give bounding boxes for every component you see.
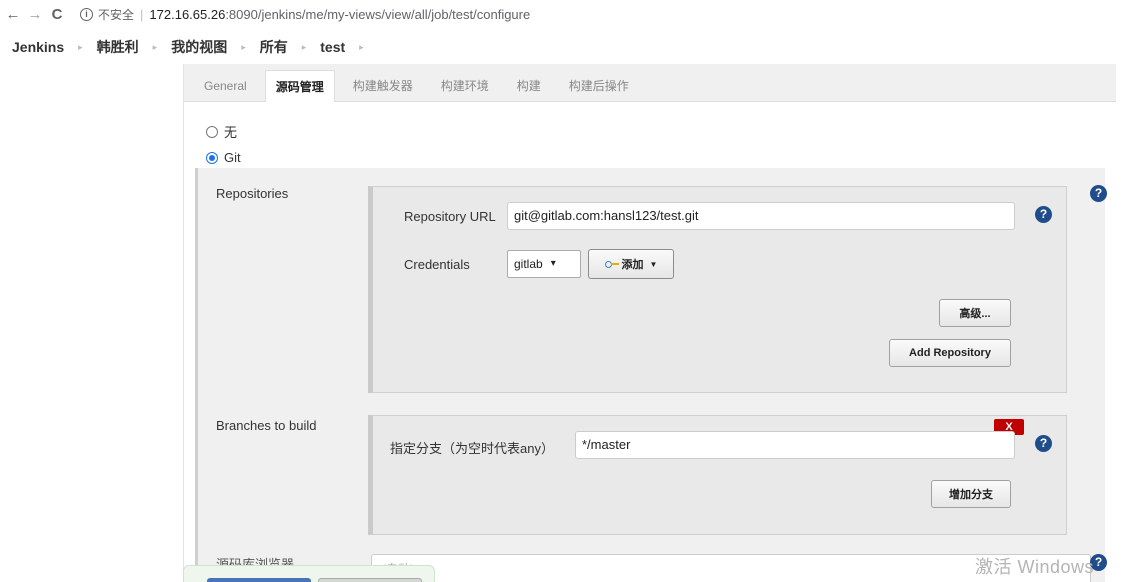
breadcrumb-jenkins[interactable]: Jenkins (12, 39, 64, 55)
tab-build-env[interactable]: 构建环境 (431, 71, 499, 101)
url-field[interactable]: i 不安全 | 172.16.65.26:8090/jenkins/me/my-… (80, 6, 530, 23)
chevron-right-icon[interactable]: ▸ (241, 42, 246, 53)
breadcrumb-user[interactable]: 韩胜利 (97, 37, 139, 57)
breadcrumb-my-views[interactable]: 我的视图 (171, 37, 227, 57)
info-icon[interactable]: i (80, 7, 93, 21)
tab-scm[interactable]: 源码管理 (264, 70, 335, 102)
branches-label: Branches to build (216, 418, 317, 433)
scm-option-none[interactable]: 无 (206, 122, 237, 141)
add-branch-button[interactable]: 增加分支 (931, 480, 1011, 508)
scm-option-none-label: 无 (224, 125, 238, 140)
breadcrumb-job[interactable]: test (320, 39, 345, 55)
address-bar: ← → C i 不安全 | 172.16.65.26:8090/jenkins/… (0, 0, 1141, 28)
back-arrow-icon[interactable]: ← (2, 3, 24, 25)
advanced-button[interactable]: 高级... (939, 299, 1011, 327)
repositories-label: Repositories (216, 186, 289, 201)
tab-triggers[interactable]: 构建触发器 (343, 71, 423, 101)
repository-url-label: Repository URL (404, 209, 496, 224)
breadcrumb-all[interactable]: 所有 (260, 37, 288, 57)
repository-url-input[interactable]: git@gitlab.com:hansl123/test.git (507, 202, 1015, 230)
add-repository-button[interactable]: Add Repository (889, 339, 1011, 367)
reload-icon[interactable]: C (46, 3, 68, 25)
chevron-down-icon: ▾ (550, 258, 556, 269)
help-icon[interactable]: ? (1090, 185, 1107, 202)
credentials-value: gitlab (514, 257, 543, 271)
branch-spec-label: 指定分支（为空时代表any） (390, 441, 554, 456)
branch-spec-input[interactable]: */master (575, 431, 1015, 459)
scm-option-git-label: Git (224, 150, 241, 165)
radio-git[interactable] (206, 151, 218, 164)
chevron-right-icon[interactable]: ▸ (302, 42, 307, 53)
forward-arrow-icon[interactable]: → (24, 3, 46, 25)
branch-box: X 指定分支（为空时代表any） */master ? 增加分支 (368, 415, 1067, 535)
chevron-right-icon[interactable]: ▸ (78, 42, 83, 53)
credentials-select[interactable]: gitlab ▾ (507, 250, 581, 278)
key-icon (604, 261, 619, 268)
url-path: :8090/jenkins/me/my-views/view/all/job/t… (225, 6, 531, 22)
scm-option-git[interactable]: Git (206, 150, 241, 165)
apply-button[interactable] (318, 578, 422, 582)
caret-down-icon: ▼ (649, 259, 658, 269)
help-icon[interactable]: ? (1035, 206, 1052, 223)
credentials-label: Credentials (404, 257, 470, 272)
git-config-block: Repositories ? Repository URL git@gitlab… (195, 168, 1107, 582)
repository-box: Repository URL git@gitlab.com:hansl123/t… (368, 186, 1067, 393)
url-host: 172.16.65.26 (149, 6, 226, 22)
url-separator: | (140, 6, 144, 22)
tab-build[interactable]: 构建 (507, 71, 551, 101)
config-panel: General 源码管理 构建触发器 构建环境 构建 构建后操作 无 Git R… (183, 64, 1116, 582)
save-button[interactable] (207, 578, 311, 582)
insecure-label: 不安全 (98, 7, 135, 22)
chevron-right-icon[interactable]: ▸ (359, 42, 364, 53)
add-credentials-button[interactable]: 添加 ▼ (588, 249, 674, 279)
chevron-right-icon[interactable]: ▸ (153, 42, 158, 53)
add-credentials-label: 添加 (621, 259, 644, 271)
radio-none[interactable] (206, 125, 218, 138)
help-icon[interactable]: ? (1035, 435, 1052, 452)
tab-post-build[interactable]: 构建后操作 (559, 71, 639, 101)
activate-windows-watermark: 激活 Windows (975, 557, 1095, 577)
tab-general[interactable]: General (194, 71, 257, 101)
config-tabs: General 源码管理 构建触发器 构建环境 构建 构建后操作 (184, 64, 1116, 102)
breadcrumb: Jenkins ▸ 韩胜利 ▸ 我的视图 ▸ 所有 ▸ test ▸ (0, 32, 1141, 62)
